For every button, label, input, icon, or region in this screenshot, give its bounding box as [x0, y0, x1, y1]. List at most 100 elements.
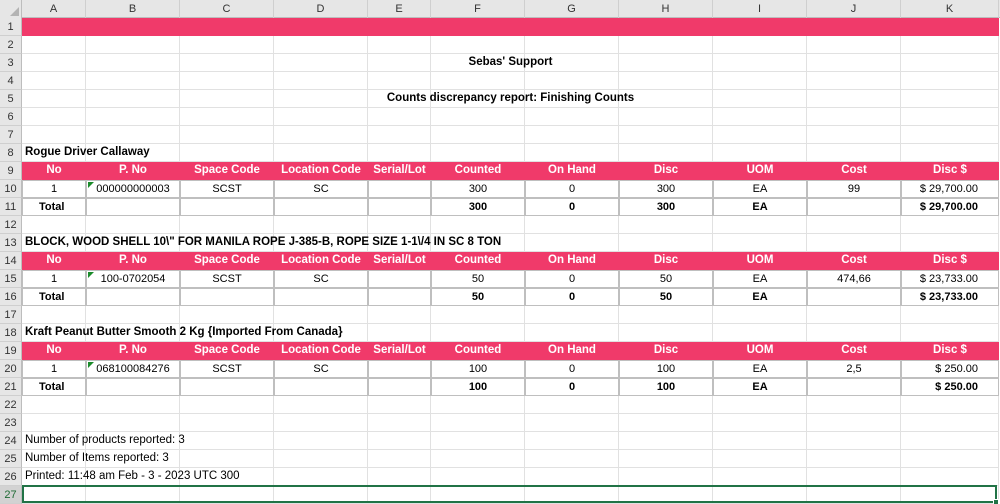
- cell[interactable]: [619, 126, 713, 144]
- item-uom[interactable]: EA: [713, 270, 807, 288]
- cell[interactable]: [431, 144, 525, 162]
- table-header-location-code[interactable]: Location Code: [274, 252, 368, 270]
- total-on-hand[interactable]: 0: [525, 288, 619, 306]
- total-disc[interactable]: 100: [619, 378, 713, 396]
- cell[interactable]: [22, 216, 86, 234]
- total-label[interactable]: Total: [22, 288, 86, 306]
- table-header-location-code[interactable]: Location Code: [274, 342, 368, 360]
- column-header-e[interactable]: E: [368, 0, 431, 18]
- cell[interactable]: [274, 216, 368, 234]
- total-counted[interactable]: 50: [431, 288, 525, 306]
- cell[interactable]: [368, 36, 431, 54]
- row-header[interactable]: 18: [0, 324, 22, 342]
- cell[interactable]: [86, 126, 180, 144]
- cell[interactable]: [86, 378, 180, 396]
- cell[interactable]: [274, 378, 368, 396]
- item-no[interactable]: 1: [22, 180, 86, 198]
- cell[interactable]: [807, 378, 901, 396]
- cell[interactable]: [180, 378, 274, 396]
- cell[interactable]: [713, 324, 807, 342]
- row-header[interactable]: 11: [0, 198, 22, 216]
- cell[interactable]: [431, 396, 525, 414]
- cell[interactable]: [431, 324, 525, 342]
- table-header-cost[interactable]: Cost: [807, 342, 901, 360]
- column-header-a[interactable]: A: [22, 0, 86, 18]
- item-serial-lot[interactable]: [368, 360, 431, 378]
- row-header[interactable]: 27: [0, 486, 22, 504]
- cell[interactable]: [525, 216, 619, 234]
- table-header-p-no[interactable]: P. No: [86, 252, 180, 270]
- row-header[interactable]: 26: [0, 468, 22, 486]
- item-disc[interactable]: 300: [619, 180, 713, 198]
- cell[interactable]: [274, 126, 368, 144]
- item-disc-amount[interactable]: $ 29,700.00: [901, 180, 999, 198]
- cell[interactable]: [619, 468, 713, 486]
- cell[interactable]: [807, 144, 901, 162]
- cell[interactable]: [368, 378, 431, 396]
- item-counted[interactable]: 50: [431, 270, 525, 288]
- cell[interactable]: [619, 306, 713, 324]
- item-disc-amount[interactable]: $ 23,733.00: [901, 270, 999, 288]
- item-space-code[interactable]: SCST: [180, 180, 274, 198]
- item-disc[interactable]: 100: [619, 360, 713, 378]
- total-label[interactable]: Total: [22, 198, 86, 216]
- total-disc-amount[interactable]: $ 250.00: [901, 378, 999, 396]
- total-uom[interactable]: EA: [713, 288, 807, 306]
- table-header-p-no[interactable]: P. No: [86, 342, 180, 360]
- total-disc-amount[interactable]: $ 29,700.00: [901, 198, 999, 216]
- item-location-code[interactable]: SC: [274, 180, 368, 198]
- total-on-hand[interactable]: 0: [525, 378, 619, 396]
- cell[interactable]: [180, 36, 274, 54]
- cell[interactable]: [22, 36, 86, 54]
- cell[interactable]: [368, 432, 431, 450]
- cell[interactable]: [22, 306, 86, 324]
- table-header-uom[interactable]: UOM: [713, 342, 807, 360]
- cell[interactable]: [713, 72, 807, 90]
- cell[interactable]: [180, 126, 274, 144]
- cell[interactable]: [274, 432, 368, 450]
- cell[interactable]: [807, 432, 901, 450]
- cell[interactable]: [619, 108, 713, 126]
- table-header-serial-lot[interactable]: Serial/Lot: [368, 162, 431, 180]
- cell[interactable]: [368, 450, 431, 468]
- total-disc[interactable]: 300: [619, 198, 713, 216]
- cell[interactable]: [431, 468, 525, 486]
- item-cost[interactable]: 99: [807, 180, 901, 198]
- cell[interactable]: [901, 396, 999, 414]
- cell[interactable]: [901, 144, 999, 162]
- item-space-code[interactable]: SCST: [180, 270, 274, 288]
- cell[interactable]: [22, 414, 86, 432]
- cell[interactable]: [713, 36, 807, 54]
- cell[interactable]: [525, 144, 619, 162]
- table-header-uom[interactable]: UOM: [713, 162, 807, 180]
- cell[interactable]: [619, 234, 713, 252]
- row-header[interactable]: 19: [0, 342, 22, 360]
- item-counted[interactable]: 100: [431, 360, 525, 378]
- cell[interactable]: [525, 450, 619, 468]
- cell[interactable]: [713, 126, 807, 144]
- cell[interactable]: [807, 198, 901, 216]
- cell[interactable]: [274, 306, 368, 324]
- cell[interactable]: [901, 216, 999, 234]
- table-header-cost[interactable]: Cost: [807, 162, 901, 180]
- cell[interactable]: [368, 72, 431, 90]
- cell[interactable]: [901, 126, 999, 144]
- cell[interactable]: [368, 126, 431, 144]
- cell[interactable]: [22, 396, 86, 414]
- cell[interactable]: [901, 324, 999, 342]
- cell[interactable]: [274, 450, 368, 468]
- table-header-on-hand[interactable]: On Hand: [525, 162, 619, 180]
- table-header-no[interactable]: No: [22, 162, 86, 180]
- cell[interactable]: [901, 234, 999, 252]
- column-header-d[interactable]: D: [274, 0, 368, 18]
- table-header-counted[interactable]: Counted: [431, 162, 525, 180]
- cell[interactable]: [368, 144, 431, 162]
- table-header-on-hand[interactable]: On Hand: [525, 342, 619, 360]
- total-counted[interactable]: 100: [431, 378, 525, 396]
- cell[interactable]: [713, 432, 807, 450]
- cell[interactable]: [431, 450, 525, 468]
- table-header-uom[interactable]: UOM: [713, 252, 807, 270]
- column-header-h[interactable]: H: [619, 0, 713, 18]
- row-header[interactable]: 10: [0, 180, 22, 198]
- cell[interactable]: [807, 126, 901, 144]
